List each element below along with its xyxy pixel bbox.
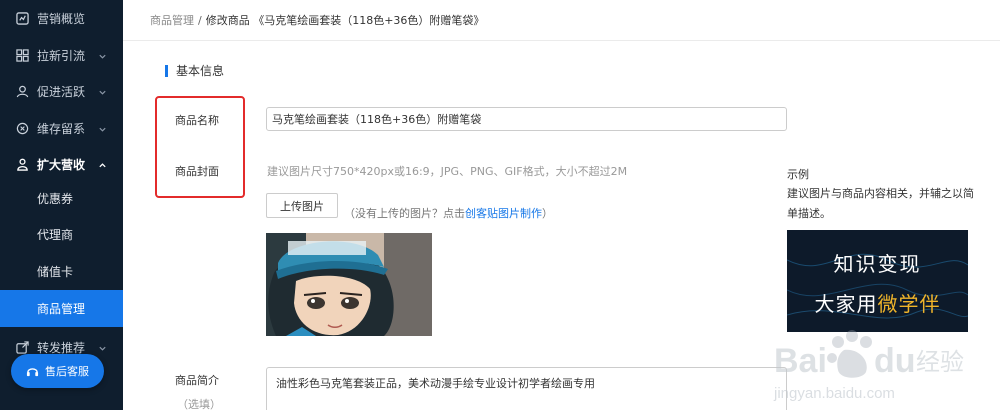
- sidebar-subitem-agents[interactable]: 代理商: [0, 216, 123, 253]
- upload-image-button[interactable]: 上传图片: [266, 193, 338, 218]
- section-title-marker: [165, 65, 168, 77]
- sidebar-subitem-product-management[interactable]: 商品管理: [0, 290, 123, 327]
- svg-text:jingyan.baidu.com: jingyan.baidu.com: [773, 385, 895, 402]
- example-banner-line1: 知识变现: [833, 252, 922, 276]
- cover-size-hint: 建议图片尺寸750*420px或16:9，JPG、PNG、GIF格式，大小不超过…: [267, 165, 628, 178]
- product-name-label: 商品名称: [175, 114, 219, 127]
- example-banner-line2: 大家用微学伴: [787, 288, 968, 317]
- chevron-down-icon: [99, 54, 106, 59]
- chuangketie-design-link[interactable]: 创客贴图片制作: [465, 207, 542, 220]
- example-banner-line2-accent: 微学伴: [877, 292, 941, 316]
- sidebar-item-label: 营销概览: [37, 12, 86, 26]
- sidebar-item-engagement[interactable]: 促进活跃: [0, 73, 123, 110]
- product-cover-label: 商品封面: [175, 165, 219, 178]
- baidu-jingyan-watermark: Bai du 经验 jingyan.baidu.com: [773, 330, 964, 402]
- product-intro-optional-hint: （选填）: [177, 398, 221, 410]
- example-description: 建议图片与商品内容相关，并辅之以简单描述。: [787, 187, 974, 220]
- after-sales-service-button[interactable]: 售后客服: [11, 354, 104, 388]
- sidebar-item-revenue[interactable]: 扩大营收: [0, 146, 123, 183]
- share-icon: [15, 341, 29, 355]
- breadcrumb-parent-link[interactable]: 商品管理: [150, 12, 194, 28]
- product-cover-image[interactable]: [266, 233, 432, 336]
- user-icon: [15, 85, 29, 99]
- headset-icon: [26, 367, 39, 376]
- example-title: 示例: [787, 168, 809, 181]
- wallet-icon: [15, 158, 29, 172]
- product-intro-textarea[interactable]: 油性彩色马克笔套装正品，美术动漫手绘专业设计初学者绘画专用: [266, 367, 787, 410]
- sidebar-item-label: 维存留系: [37, 122, 86, 136]
- sidebar-item-retention[interactable]: 维存留系: [0, 110, 123, 147]
- sidebar-subitem-label: 优惠券: [37, 192, 74, 206]
- sidebar: 营销概览 拉新引流 促进活跃 维存留系 扩大营收 优惠券 代理商 储值卡 商品管…: [0, 0, 123, 410]
- product-intro-label: 商品简介: [175, 374, 219, 387]
- sidebar-subitem-label: 储值卡: [37, 265, 74, 279]
- example-banner-line2-prefix: 大家用: [814, 292, 878, 316]
- upload-note-prefix: （没有上传的图片？点击: [344, 207, 465, 220]
- breadcrumb-separator: /: [198, 13, 202, 27]
- upload-note-suffix: ）: [542, 207, 553, 220]
- sidebar-item-label: 拉新引流: [37, 49, 86, 63]
- breadcrumb-current: 修改商品 《马克笔绘画套装（118色+36色）附赠笔袋》: [205, 14, 485, 27]
- upload-note: （没有上传的图片？点击创客贴图片制作）: [344, 205, 553, 221]
- sidebar-item-label: 促进活跃: [37, 85, 86, 99]
- product-name-input[interactable]: 马克笔绘画套装（118色+36色）附赠笔袋: [266, 107, 787, 131]
- sidebar-item-acquisition[interactable]: 拉新引流: [0, 37, 123, 74]
- svg-text:经验: 经验: [916, 348, 964, 376]
- sidebar-subitem-coupons[interactable]: 优惠券: [0, 180, 123, 217]
- chevron-down-icon: [99, 127, 106, 132]
- retention-icon: [15, 122, 29, 136]
- svg-text:du: du: [874, 342, 916, 380]
- breadcrumb: 商品管理 / 修改商品 《马克笔绘画套装（118色+36色）附赠笔袋》: [123, 0, 1000, 41]
- sidebar-subitem-label: 商品管理: [37, 302, 86, 316]
- sidebar-subitem-label: 代理商: [37, 228, 74, 242]
- sidebar-item-overview[interactable]: 营销概览: [0, 0, 123, 37]
- funnel-icon: [15, 49, 29, 63]
- chevron-up-icon: [99, 162, 106, 167]
- chevron-down-icon: [99, 90, 106, 95]
- sidebar-subitem-stored-value-card[interactable]: 储值卡: [0, 253, 123, 290]
- service-button-label: 售后客服: [45, 365, 89, 378]
- example-banner-image: 知识变现 大家用微学伴: [787, 230, 968, 332]
- section-title: 基本信息: [176, 64, 225, 78]
- chart-icon: [15, 12, 29, 26]
- sidebar-item-label: 扩大营收: [37, 158, 86, 172]
- chevron-down-icon: [99, 346, 106, 351]
